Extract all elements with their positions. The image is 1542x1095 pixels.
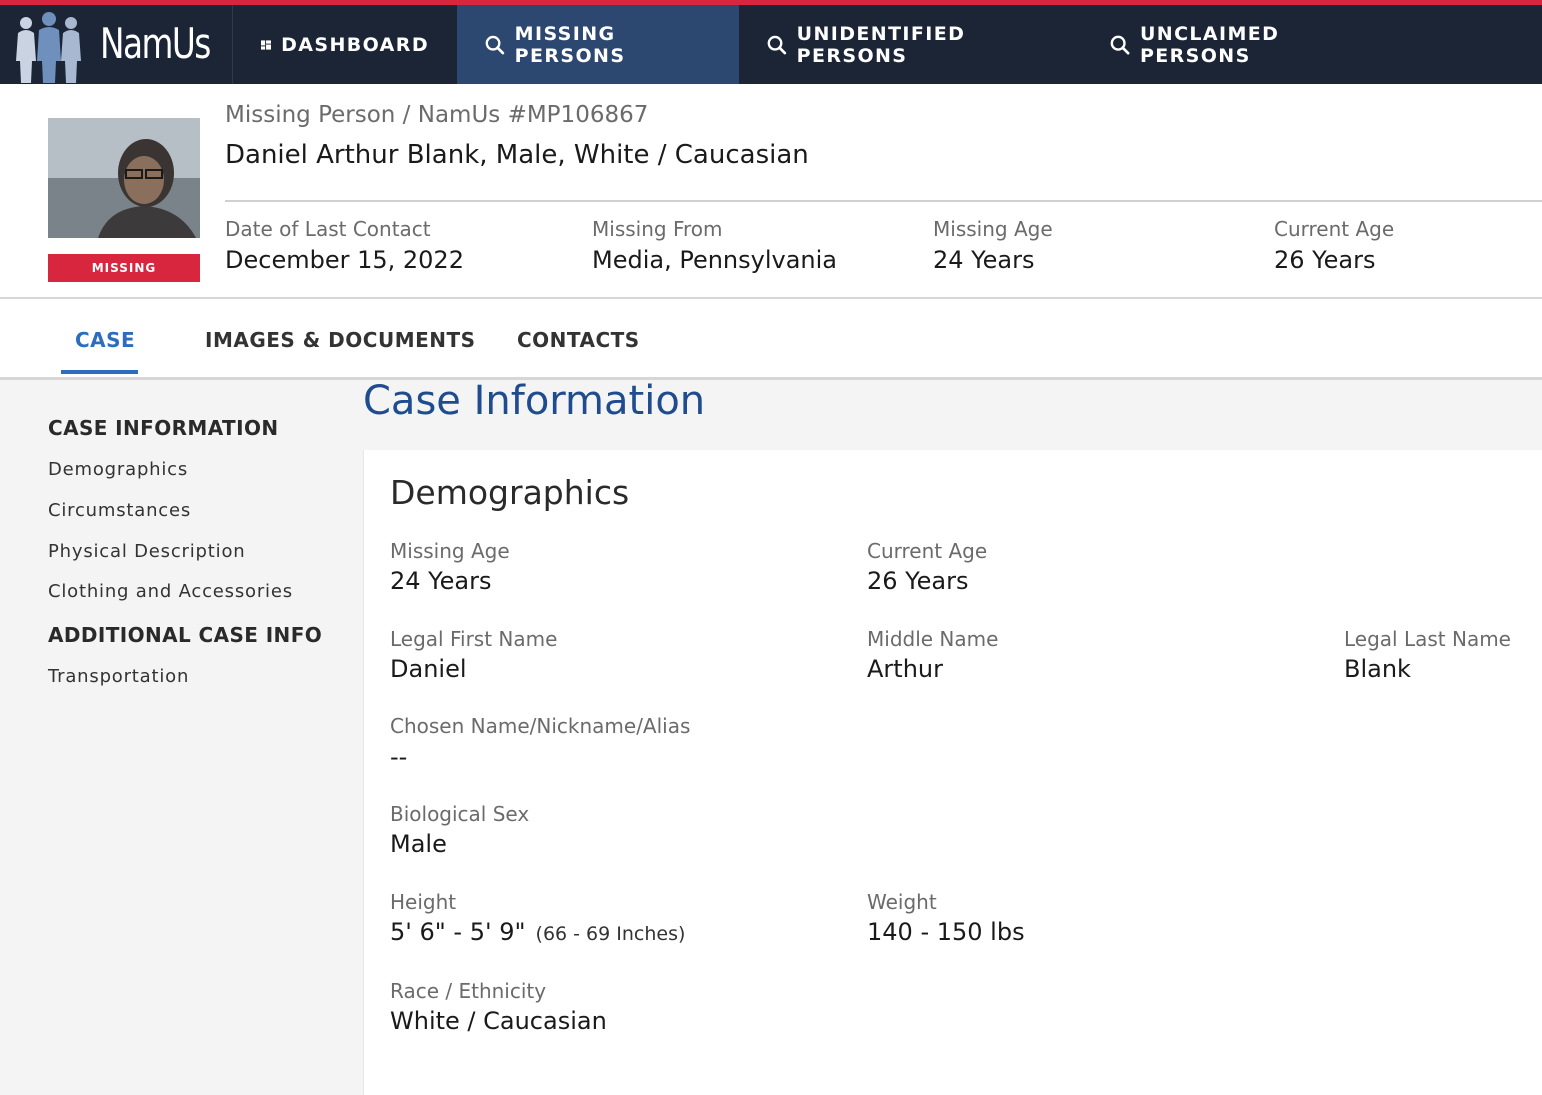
summary-value-last-contact: December 15, 2022: [225, 246, 464, 274]
field-value-last-name: Blank: [1344, 655, 1411, 683]
search-icon: [767, 35, 787, 54]
summary-label-missing-age: Missing Age: [933, 217, 1053, 241]
dashboard-icon: [261, 39, 272, 50]
field-value-race: White / Caucasian: [390, 1007, 607, 1035]
field-value-missing-age: 24 Years: [390, 567, 492, 595]
summary-value-current-age: 26 Years: [1274, 246, 1376, 274]
field-value-height: 5' 6" - 5' 9" (66 - 69 Inches): [390, 918, 685, 946]
nav-missing-persons-label: MISSING PERSONS: [514, 22, 626, 67]
person-photo[interactable]: [48, 118, 200, 238]
summary-value-missing-from: Media, Pennsylvania: [592, 246, 838, 274]
divider: [0, 297, 1542, 299]
field-value-alias: --: [390, 743, 408, 771]
person-title: Daniel Arthur Blank, Male, White / Cauca…: [225, 140, 809, 170]
namus-logo[interactable]: NamUs: [0, 5, 233, 84]
tab-case[interactable]: CASE: [75, 328, 135, 352]
tab-images-documents[interactable]: IMAGES & DOCUMENTS: [205, 328, 476, 352]
summary-label-missing-from: Missing From: [592, 217, 723, 241]
sidenav-link-physical-description[interactable]: Physical Description: [48, 541, 245, 562]
logo-text: NamUs: [100, 19, 211, 68]
field-label-last-name: Legal Last Name: [1344, 627, 1511, 651]
people-silhouette-icon: [16, 12, 81, 83]
sidenav-heading-additional-case-info[interactable]: ADDITIONAL CASE INFO: [48, 623, 322, 647]
field-label-middle-name: Middle Name: [867, 627, 999, 651]
page-title: Case Information: [363, 378, 706, 424]
field-label-weight: Weight: [867, 890, 937, 914]
case-reference: Missing Person / NamUs #MP106867: [225, 102, 649, 128]
search-icon: [485, 35, 505, 54]
field-value-sex: Male: [390, 830, 447, 858]
tab-contacts[interactable]: CONTACTS: [517, 328, 640, 352]
summary-label-last-contact: Date of Last Contact: [225, 217, 431, 241]
field-label-alias: Chosen Name/Nickname/Alias: [390, 714, 691, 738]
nav-unidentified-persons-label: UNIDENTIFIED PERSONS: [796, 22, 966, 67]
height-inches: (66 - 69 Inches): [535, 923, 686, 945]
field-label-sex: Biological Sex: [390, 802, 530, 826]
sidenav-link-transportation[interactable]: Transportation: [48, 666, 189, 687]
active-tab-indicator: [61, 370, 138, 374]
search-icon: [1110, 35, 1130, 55]
field-label-height: Height: [390, 890, 457, 914]
top-navigation-bar: NamUs DASHBOARD MISSING PERSONS UNIDENTI…: [0, 0, 1542, 84]
nav-missing-persons[interactable]: MISSING PERSONS: [457, 5, 739, 84]
summary-value-missing-age: 24 Years: [933, 246, 1035, 274]
field-label-race: Race / Ethnicity: [390, 979, 547, 1003]
sidenav-link-circumstances[interactable]: Circumstances: [48, 500, 191, 521]
status-badge: MISSING: [48, 254, 200, 282]
nav-dashboard-label: DASHBOARD: [281, 33, 429, 56]
sidenav-link-clothing-accessories[interactable]: Clothing and Accessories: [48, 581, 293, 602]
divider: [225, 200, 1542, 202]
field-label-missing-age: Missing Age: [390, 539, 510, 563]
summary-label-current-age: Current Age: [1274, 217, 1395, 241]
sidenav-link-demographics[interactable]: Demographics: [48, 459, 188, 480]
field-value-weight: 140 - 150 lbs: [867, 918, 1025, 946]
field-value-current-age: 26 Years: [867, 567, 969, 595]
nav-unidentified-persons[interactable]: UNIDENTIFIED PERSONS: [739, 5, 1081, 84]
height-range: 5' 6" - 5' 9": [390, 918, 526, 946]
nav-unclaimed-persons[interactable]: UNCLAIMED PERSONS: [1082, 5, 1402, 84]
nav-unclaimed-persons-label: UNCLAIMED PERSONS: [1139, 22, 1280, 67]
field-label-current-age: Current Age: [867, 539, 988, 563]
field-value-first-name: Daniel: [390, 655, 467, 683]
field-value-middle-name: Arthur: [867, 655, 943, 683]
sidenav-heading-case-information[interactable]: CASE INFORMATION: [48, 416, 278, 440]
field-label-first-name: Legal First Name: [390, 627, 558, 651]
card-title: Demographics: [390, 473, 630, 512]
nav-dashboard[interactable]: DASHBOARD: [233, 5, 457, 84]
